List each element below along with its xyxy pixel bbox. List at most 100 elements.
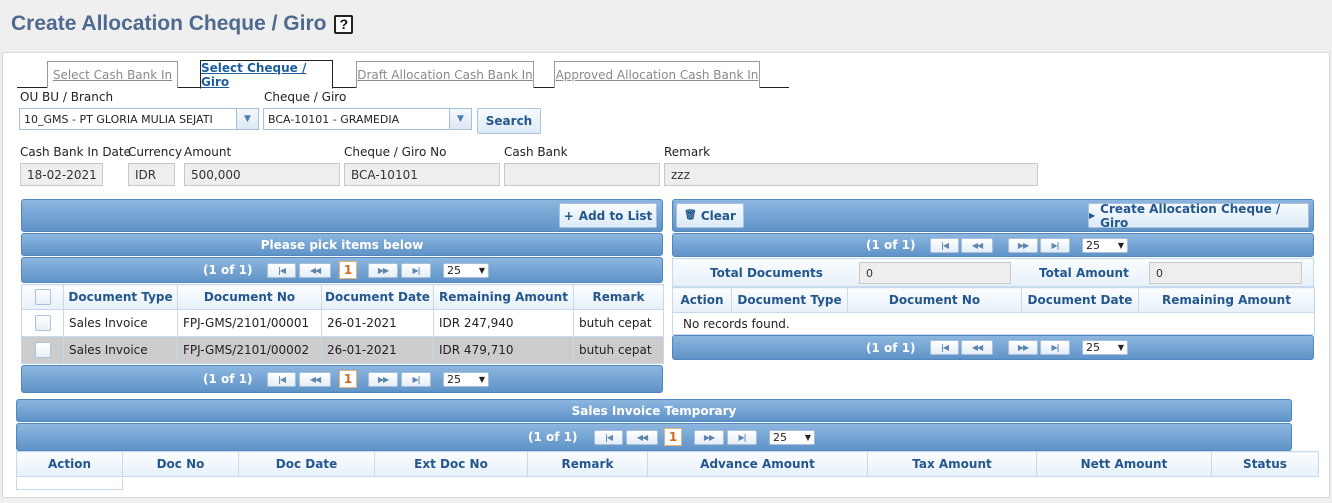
- chevron-down-icon[interactable]: ▼: [449, 109, 471, 129]
- cell-document-date: 26-01-2021: [321, 309, 434, 337]
- pager-info: (1 of 1): [866, 340, 916, 355]
- column-header[interactable]: Remaining Amount: [1138, 287, 1315, 313]
- select-all-checkbox[interactable]: [34, 289, 51, 305]
- column-header[interactable]: Doc No: [122, 451, 239, 477]
- column-header[interactable]: Document No: [847, 287, 1022, 313]
- rows-per-page-select[interactable]: 25 ▼: [769, 429, 815, 445]
- column-header[interactable]: Status: [1211, 451, 1319, 477]
- prev-page-icon[interactable]: ◀◀: [299, 371, 331, 387]
- column-header[interactable]: Ext Doc No: [374, 451, 528, 477]
- total-documents-label: Total Documents: [710, 266, 823, 280]
- cell-document-date: 26-01-2021: [321, 336, 434, 364]
- column-header[interactable]: Document No: [177, 284, 322, 310]
- rows-per-page-select[interactable]: 25 ▼: [1082, 237, 1128, 253]
- clear-button[interactable]: 🗑 Clear: [676, 203, 744, 228]
- prev-page-icon[interactable]: ◀◀: [299, 262, 331, 278]
- cash-bank-label: Cash Bank: [504, 145, 568, 159]
- row-checkbox[interactable]: [34, 315, 51, 331]
- rows-per-page-select[interactable]: 25 ▼: [443, 262, 489, 278]
- amount-label: Amount: [184, 145, 232, 159]
- next-page-icon[interactable]: ▶▶: [368, 262, 398, 278]
- ou-select[interactable]: 10_GMS - PT GLORIA MULIA SEJATI ▼: [19, 108, 259, 130]
- tab-select-cash-bank-in[interactable]: Select Cash Bank In: [47, 61, 178, 88]
- rows-per-page-value: 25: [447, 263, 461, 277]
- chevron-down-icon: ▼: [1117, 343, 1124, 352]
- table-row[interactable]: Sales Invoice FPJ-GMS/2101/00002 26-01-2…: [21, 336, 664, 364]
- cash-bank-field: [504, 163, 660, 186]
- first-page-icon[interactable]: |◀: [267, 371, 296, 387]
- amount-field: 500,000: [184, 163, 340, 186]
- prev-page-icon[interactable]: ◀◀: [626, 429, 658, 445]
- page-title: Create Allocation Cheque / Giro: [11, 12, 327, 35]
- chevron-down-icon[interactable]: ▼: [236, 109, 258, 129]
- create-allocation-button[interactable]: ▶ Create Allocation Cheque / Giro: [1088, 202, 1309, 230]
- column-header[interactable]: Document Type: [63, 284, 178, 310]
- cell-document-type: Sales Invoice: [63, 309, 178, 337]
- page-number[interactable]: 1: [339, 370, 357, 388]
- pager-info: (1 of 1): [528, 430, 578, 444]
- tab-select-cheque-giro[interactable]: Select Cheque / Giro: [200, 60, 333, 89]
- last-page-icon[interactable]: ▶|: [1040, 340, 1070, 355]
- cheque-label: Cheque / Giro: [264, 90, 347, 104]
- column-header[interactable]: Document Date: [1021, 287, 1139, 313]
- row-checkbox[interactable]: [34, 342, 51, 358]
- prev-page-icon[interactable]: ◀◀: [961, 340, 993, 355]
- column-header[interactable]: Document Type: [731, 287, 848, 313]
- column-header[interactable]: Remaining Amount: [433, 284, 574, 310]
- cheque-no-field: BCA-10101: [344, 163, 500, 186]
- select-all-cell[interactable]: [21, 284, 64, 310]
- first-page-icon[interactable]: |◀: [930, 340, 959, 355]
- totals-row: Total Documents 0 Total Amount 0: [672, 258, 1314, 287]
- column-header[interactable]: Remark: [527, 451, 648, 477]
- cell-remark: butuh cepat: [573, 336, 664, 364]
- next-page-icon[interactable]: ▶▶: [694, 429, 724, 445]
- rows-per-page-select[interactable]: 25 ▼: [443, 371, 489, 387]
- cheque-value: BCA-10101 - GRAMEDIA: [268, 112, 400, 126]
- right-toolbar: 🗑 Clear ▶ Create Allocation Cheque / Gir…: [672, 199, 1314, 232]
- column-header[interactable]: Action: [672, 287, 732, 313]
- column-header[interactable]: Action: [16, 451, 123, 477]
- column-header[interactable]: Tax Amount: [867, 451, 1037, 477]
- last-page-icon[interactable]: ▶|: [401, 371, 431, 387]
- last-page-icon[interactable]: ▶|: [727, 429, 757, 445]
- next-page-icon[interactable]: ▶▶: [1008, 237, 1038, 253]
- bottom-panel-title: Sales Invoice Temporary: [16, 399, 1292, 422]
- page-header: Create Allocation Cheque / Giro ?: [11, 12, 354, 36]
- first-page-icon[interactable]: |◀: [930, 237, 959, 253]
- next-page-icon[interactable]: ▶▶: [368, 371, 398, 387]
- cheque-select[interactable]: BCA-10101 - GRAMEDIA ▼: [263, 108, 472, 130]
- add-to-list-button[interactable]: + Add to List: [559, 203, 657, 228]
- date-label: Cash Bank In Date: [20, 145, 131, 159]
- left-top-pager: (1 of 1) |◀ ◀◀ 1 ▶▶ ▶| 25 ▼: [21, 257, 663, 283]
- rows-per-page-select[interactable]: 25 ▼: [1082, 340, 1128, 355]
- left-toolbar: + Add to List: [21, 199, 663, 232]
- rows-per-page-value: 25: [447, 372, 461, 386]
- first-page-icon[interactable]: |◀: [267, 262, 296, 278]
- column-header[interactable]: Advance Amount: [647, 451, 868, 477]
- help-icon[interactable]: ?: [334, 14, 354, 34]
- last-page-icon[interactable]: ▶|: [401, 262, 431, 278]
- tab-approved-allocation[interactable]: Approved Allocation Cash Bank In: [554, 61, 760, 88]
- last-page-icon[interactable]: ▶|: [1040, 237, 1070, 253]
- right-bottom-pager: (1 of 1) |◀ ◀◀ ▶▶ ▶| 25 ▼: [672, 335, 1314, 360]
- first-page-icon[interactable]: |◀: [594, 429, 623, 445]
- column-header[interactable]: Remark: [573, 284, 664, 310]
- tab-draft-allocation[interactable]: Draft Allocation Cash Bank In: [356, 61, 534, 88]
- column-header[interactable]: Document Date: [321, 284, 434, 310]
- rows-per-page-value: 25: [1086, 238, 1100, 252]
- total-documents-field: 0: [859, 262, 1011, 284]
- page-number[interactable]: 1: [339, 261, 357, 279]
- tab-bar: Select Cash Bank In Select Cheque / Giro…: [17, 60, 789, 89]
- next-page-icon[interactable]: ▶▶: [1008, 340, 1038, 355]
- play-icon: ▶: [1089, 211, 1096, 220]
- table-header-row: Action Document Type Document No Documen…: [672, 287, 1315, 313]
- rows-per-page-value: 25: [773, 430, 787, 444]
- search-button[interactable]: Search: [477, 108, 541, 134]
- table-row[interactable]: Sales Invoice FPJ-GMS/2101/00001 26-01-2…: [21, 309, 664, 337]
- cell-document-no: FPJ-GMS/2101/00002: [177, 336, 322, 364]
- column-header[interactable]: Doc Date: [238, 451, 375, 477]
- left-table: Document Type Document No Document Date …: [21, 284, 664, 364]
- column-header[interactable]: Nett Amount: [1036, 451, 1212, 477]
- page-number[interactable]: 1: [664, 428, 682, 446]
- prev-page-icon[interactable]: ◀◀: [961, 237, 993, 253]
